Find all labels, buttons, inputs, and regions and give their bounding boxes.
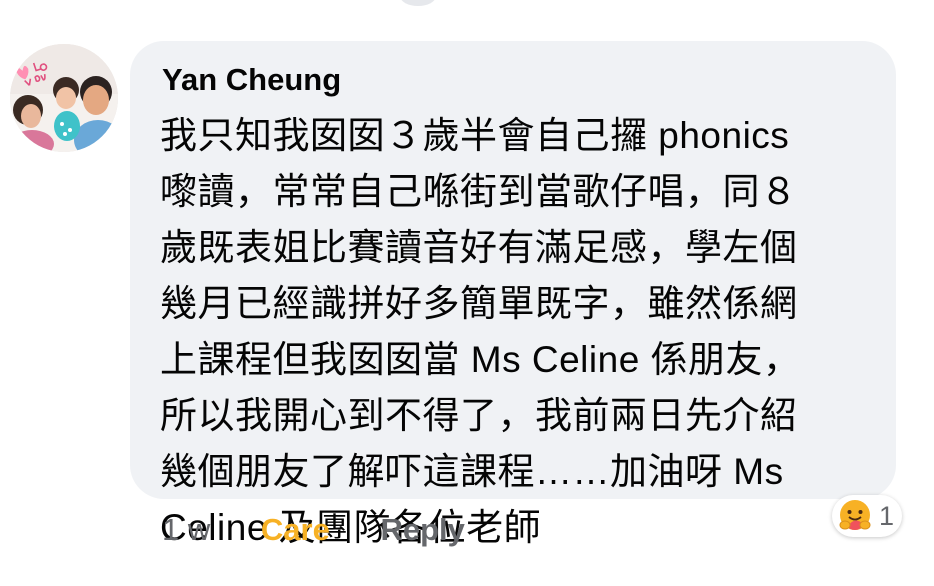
comment-text-line: 上課程但我囡囡當 Ms Celine 係朋友， (160, 339, 801, 380)
comment-screen: Yan Cheung 我只知我囡囡３歲半會自己攞 phonics 嚟讀，常常自己… (0, 0, 934, 586)
comment-timestamp[interactable]: 1 w (162, 512, 210, 547)
comment-actions: 1 w Care Reply (162, 508, 465, 552)
comment-text: 我只知我囡囡３歲半會自己攞 phonics 嚟讀，常常自己喺街到當歌仔唱，同８ … (160, 108, 880, 556)
reaction-summary[interactable]: 1 (832, 495, 902, 537)
avatar-photo (10, 44, 118, 152)
reply-button[interactable]: Reply (380, 512, 464, 547)
avatar[interactable] (10, 44, 118, 152)
comment-author-name[interactable]: Yan Cheung (162, 62, 341, 98)
care-reaction-button[interactable]: Care (261, 512, 330, 547)
comment-text-line: 幾月已經識拼好多簡單既字，雖然係網 (160, 283, 798, 324)
care-emoji-icon (839, 500, 871, 530)
comment-text-line: 歲既表姐比賽讀音好有滿足感，學左個 (160, 227, 798, 268)
comment-text-line: 我只知我囡囡３歲半會自己攞 phonics (160, 115, 790, 156)
comment-text-line: 嚟讀，常常自己喺街到當歌仔唱，同８ (160, 171, 798, 212)
comment-text-line: 所以我開心到不得了，我前兩日先介紹 (160, 395, 798, 436)
comment-text-line: 幾個朋友了解吓這課程……加油呀 Ms (160, 451, 784, 492)
previous-element-edge (400, 0, 436, 6)
reaction-count: 1 (879, 501, 895, 531)
